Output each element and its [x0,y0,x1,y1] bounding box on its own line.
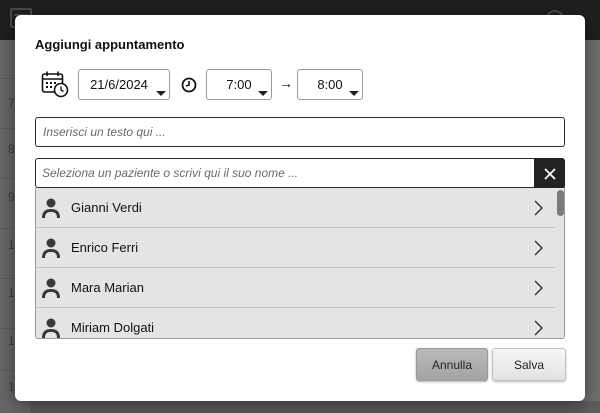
person-icon [42,198,60,218]
patient-name: Enrico Ferri [71,240,139,255]
chevron-right-icon [534,200,543,216]
calendar-clock-icon [41,71,69,98]
patient-list-item[interactable]: Miriam Dolgati [36,308,555,338]
chevron-down-icon [156,91,166,96]
hour-label: 1 [8,286,15,300]
date-time-row: 21/6/2024 7:00 → 8:00 [41,69,561,101]
chevron-right-icon [534,240,543,256]
add-appointment-dialog: Aggiungi appuntamento 21/6/2024 7:00 → 8… [15,15,585,401]
arrow-right-icon: → [279,75,293,91]
patient-list-item[interactable]: Mara Marian [36,268,555,308]
close-icon [543,167,556,180]
date-select[interactable]: 21/6/2024 [78,69,170,100]
person-icon [42,278,60,298]
hour-label: 9 [8,190,15,204]
start-time-select[interactable]: 7:00 [206,69,272,100]
end-time-value: 8:00 [317,77,343,92]
start-time-value: 7:00 [226,77,252,92]
patient-list-item[interactable]: Enrico Ferri [36,228,555,268]
date-value: 21/6/2024 [90,77,148,92]
person-icon [42,238,60,258]
chevron-right-icon [534,280,543,296]
patient-name: Gianni Verdi [71,200,142,215]
chevron-down-icon [258,91,268,96]
chevron-down-icon [349,91,359,96]
scrollbar-thumb[interactable] [557,190,564,216]
hour-label: 8 [8,142,15,156]
clear-patient-button[interactable] [534,158,565,189]
hour-label: 1 [8,334,15,348]
end-time-select[interactable]: 8:00 [297,69,363,100]
cancel-button[interactable]: Annulla [416,348,488,381]
save-button[interactable]: Salva [492,348,566,381]
calendar-grid-edge [30,401,600,413]
patient-list: Gianni Verdi Enrico Ferri Mara Marian Mi… [35,188,565,339]
patient-name: Mara Marian [71,280,144,295]
hour-label: 1 [8,380,15,394]
dialog-title: Aggiungi appuntamento [35,37,185,52]
patient-name: Miriam Dolgati [71,320,155,335]
patient-list-item[interactable]: Gianni Verdi [36,188,555,228]
patient-search-input[interactable] [35,158,535,188]
clock-icon [181,77,197,93]
person-icon [42,318,60,338]
hour-label: 7 [8,96,15,110]
chevron-right-icon [534,320,543,336]
appointment-text-input[interactable] [35,117,565,147]
